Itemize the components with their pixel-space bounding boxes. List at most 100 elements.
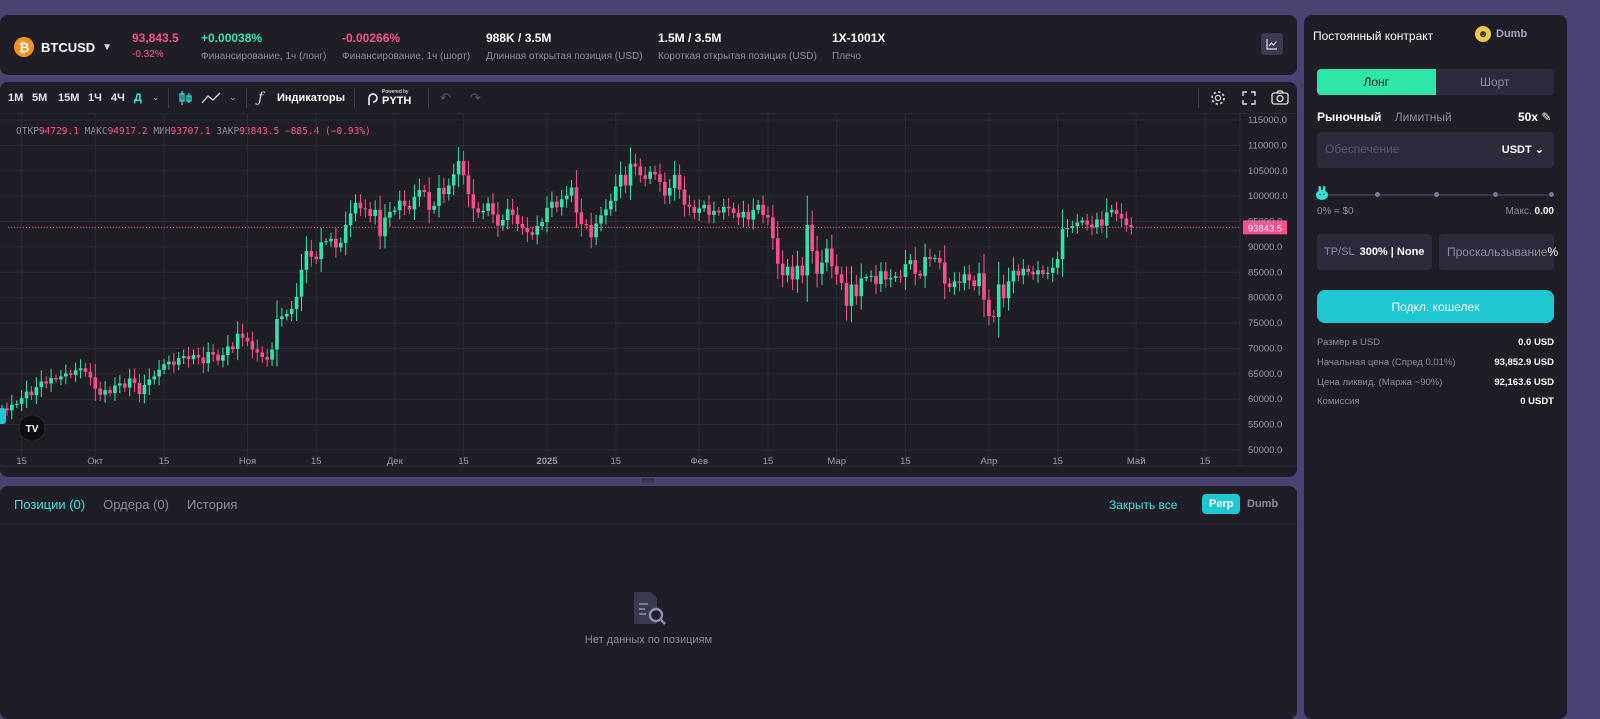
candle-body xyxy=(1119,213,1124,219)
toolbar-divider xyxy=(428,88,429,108)
pencil-icon: ✎ xyxy=(1541,110,1552,124)
size-slider[interactable] xyxy=(1314,185,1554,201)
candle-body xyxy=(1065,228,1070,230)
candle-body xyxy=(613,186,618,201)
candle-body xyxy=(1021,268,1026,276)
candle-body xyxy=(437,188,441,206)
candle-body xyxy=(108,390,112,394)
candle-body xyxy=(132,378,137,383)
undo-icon[interactable]: ↶ xyxy=(440,90,451,106)
redo-icon[interactable]: ↷ xyxy=(470,90,481,106)
slider-tick xyxy=(1549,192,1554,197)
candle-body xyxy=(417,190,422,197)
connect-wallet-button[interactable]: Подкл. кошелек xyxy=(1317,290,1554,323)
tab-market[interactable]: Рыночный xyxy=(1317,110,1381,124)
currency-select[interactable]: USDT ⌄ xyxy=(1502,143,1544,156)
candle-body xyxy=(726,206,731,209)
candle-body xyxy=(422,190,427,193)
candle-body xyxy=(898,276,903,278)
candle-body xyxy=(584,224,589,226)
candle-body xyxy=(456,161,461,175)
candle-body xyxy=(181,356,186,359)
tpsl-button[interactable]: TP/SL 300% | None xyxy=(1317,234,1432,270)
info-label: Комиссия xyxy=(1317,396,1360,407)
candle-body xyxy=(746,211,751,220)
chart-toggle-button[interactable] xyxy=(1261,33,1283,55)
candle-body xyxy=(1100,219,1104,226)
candle-body xyxy=(623,174,628,186)
drawing-line-icon[interactable] xyxy=(201,91,221,105)
timeframe-1m[interactable]: 1M xyxy=(8,92,23,104)
bunny-slider-handle-icon[interactable] xyxy=(1314,185,1330,201)
candle-body xyxy=(127,378,132,388)
x-tick-label: Апр xyxy=(981,456,998,467)
tab-orders[interactable]: Ордера (0) xyxy=(103,497,169,512)
symbol-selector[interactable]: ₿ BTCUSD ▼ xyxy=(14,37,112,57)
indicators-button[interactable]: Индикаторы xyxy=(277,92,345,104)
camera-icon[interactable] xyxy=(1271,90,1289,105)
candle-body xyxy=(447,185,451,195)
chevron-down-icon[interactable]: ⌄ xyxy=(229,92,237,103)
panel-resize-handle[interactable] xyxy=(641,478,655,483)
gear-icon[interactable] xyxy=(1209,89,1227,107)
candle-body xyxy=(849,284,854,306)
candle-body xyxy=(550,201,554,208)
candle-body xyxy=(407,205,412,210)
candle-body xyxy=(270,349,274,360)
candle-body xyxy=(682,189,687,205)
leverage-control[interactable]: 50x ✎ xyxy=(1518,110,1551,124)
slippage-field[interactable]: Проскальзывание % xyxy=(1439,234,1558,270)
short-button[interactable]: Шорт xyxy=(1436,69,1555,95)
close-all-button[interactable]: Закрыть все xyxy=(1109,498,1177,512)
x-tick-label: 15 xyxy=(900,456,911,467)
candle-body xyxy=(761,204,765,215)
candle-body xyxy=(800,265,805,276)
timeframe-5m[interactable]: 5M xyxy=(32,92,47,104)
info-row: Размер в USD 0.0 USD xyxy=(1317,337,1554,348)
candle-body xyxy=(461,161,466,176)
candles-icon[interactable] xyxy=(179,90,193,106)
slider-tick xyxy=(1434,192,1439,197)
candle-body xyxy=(564,195,569,200)
candle-body xyxy=(73,370,78,375)
fullscreen-icon[interactable] xyxy=(1242,91,1256,105)
tab-positions[interactable]: Позиции (0) xyxy=(14,497,85,512)
candle-body xyxy=(83,368,88,372)
candle-body xyxy=(987,299,991,316)
user-badge[interactable]: ☻ Dumb xyxy=(1475,26,1527,42)
candle-body xyxy=(1026,268,1030,272)
candle-body xyxy=(451,174,456,186)
candle-body xyxy=(942,262,947,284)
candle-body xyxy=(918,273,922,276)
dumb-toggle[interactable]: Dumb xyxy=(1240,494,1285,514)
candle-body xyxy=(559,199,564,208)
candle-body xyxy=(893,276,898,278)
tab-history[interactable]: История xyxy=(187,497,237,512)
candle-body xyxy=(618,174,623,187)
info-value: 93,852.9 USD xyxy=(1494,357,1554,368)
candle-body xyxy=(967,274,972,281)
tab-limit[interactable]: Лимитный xyxy=(1395,110,1452,124)
candle-body xyxy=(1114,209,1119,214)
line-chart-icon xyxy=(1266,39,1277,50)
perp-toggle[interactable]: Perp xyxy=(1202,494,1241,514)
candle-body xyxy=(142,385,147,395)
candle-body xyxy=(540,222,544,227)
timeframe-1d[interactable]: Д xyxy=(134,92,142,104)
price-stat: 93,843.5 -0.32% xyxy=(132,31,179,60)
indicators-icon[interactable]: ƒ xyxy=(258,90,263,106)
timeframe-15m[interactable]: 15M xyxy=(58,92,79,104)
long-button[interactable]: Лонг xyxy=(1317,69,1436,95)
chevron-down-icon[interactable]: ⌄ xyxy=(152,92,160,103)
candle-body xyxy=(329,238,333,242)
collateral-input[interactable] xyxy=(1325,142,1475,156)
candle-body xyxy=(859,278,864,297)
candle-body xyxy=(628,163,633,186)
candle-body xyxy=(299,269,304,297)
timeframe-1h[interactable]: 1Ч xyxy=(88,92,102,104)
timeframe-4h[interactable]: 4Ч xyxy=(111,92,125,104)
candlestick-chart[interactable]: 93843.5115000.0110000.0105000.0100000.09… xyxy=(0,114,1297,477)
candle-body xyxy=(648,171,652,179)
candle-body xyxy=(88,371,93,378)
candle-body xyxy=(49,377,53,384)
